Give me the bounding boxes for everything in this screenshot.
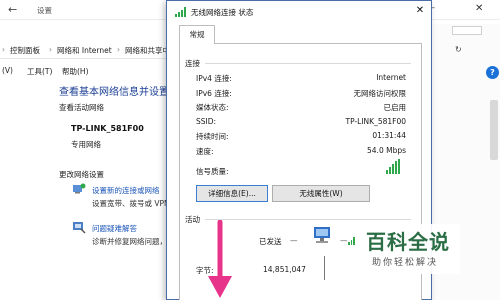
menu-tools[interactable]: 工具(T): [27, 66, 52, 77]
change-settings-label: 更改网络设置: [59, 170, 104, 179]
ssid-label: SSID:: [196, 117, 217, 126]
page-title: 查看基本网络信息并设置连: [59, 87, 179, 98]
network-type: 专用网络: [71, 140, 101, 149]
settings-window-title: 设置: [37, 6, 52, 15]
watermark-subtitle: 助你轻松解决: [372, 258, 439, 268]
breadcrumb-control-panel[interactable]: 控制面板: [10, 45, 40, 56]
group-divider: [205, 63, 411, 64]
breadcrumb-sharing-center[interactable]: 网络和共享中: [125, 45, 170, 56]
troubleshoot-link[interactable]: 问题疑难解答: [92, 223, 137, 234]
activity-signal-icon: [348, 237, 356, 245]
activity-divider: [324, 256, 325, 280]
troubleshoot-desc: 诊断并修复网络问题，: [92, 237, 167, 246]
ssid-value: TP-LINK_581F00: [345, 117, 407, 126]
bytes-sent-value: 14,851,047: [263, 265, 306, 274]
ipv6-label: IPv6 连接:: [196, 89, 232, 98]
menu-help[interactable]: 帮助(H): [62, 66, 89, 77]
wireless-signal-icon: [175, 7, 186, 17]
details-button[interactable]: 详细信息(E)...: [196, 185, 268, 202]
back-arrow-icon[interactable]: ←: [8, 3, 17, 16]
signal-quality-label: 信号质量:: [196, 167, 229, 176]
new-connection-link[interactable]: 设置新的连接或网络: [92, 185, 160, 196]
watermark-title: 百科全说: [366, 230, 450, 254]
activity-dash: —: [340, 236, 348, 245]
new-connection-desc: 设置宽带、拨号或 VPN: [92, 199, 170, 208]
refresh-icon[interactable]: ↻: [455, 45, 462, 54]
ipv4-value: Internet: [376, 73, 406, 82]
annotation-arrow-icon: [208, 220, 232, 298]
tab-general[interactable]: 常规: [179, 25, 215, 44]
breadcrumb-separator: ›: [49, 45, 52, 54]
menu-view[interactable]: (V): [2, 66, 13, 75]
connection-group-label: 连接: [185, 59, 200, 68]
breadcrumb-network-internet[interactable]: 网络和 Internet: [57, 45, 112, 56]
dialog-close-button[interactable]: ✕: [410, 3, 430, 19]
search-input[interactable]: [452, 26, 482, 35]
troubleshoot-icon: [73, 222, 86, 234]
speed-label: 速度:: [196, 147, 214, 156]
sent-label: 已发送: [259, 237, 282, 246]
computer-network-icon: [314, 227, 330, 243]
ipv6-value: 无网络访问权限: [353, 89, 407, 98]
activity-dash: —: [290, 236, 298, 245]
ipv4-label: IPv4 连接:: [196, 74, 232, 83]
duration-label: 持续时间:: [196, 132, 229, 141]
settings-close-button[interactable]: ✕: [475, 3, 483, 14]
activity-group-label: 活动: [185, 215, 200, 224]
scrollbar[interactable]: [490, 100, 498, 160]
wireless-properties-button[interactable]: 无线属性(W): [272, 185, 370, 202]
media-state-label: 媒体状态:: [196, 103, 229, 112]
media-state-value: 已启用: [383, 103, 407, 112]
signal-strength-icon: [386, 159, 402, 174]
speed-value: 54.0 Mbps: [367, 146, 406, 155]
new-connection-icon: [73, 183, 86, 194]
network-name: TP-LINK_581F00: [71, 124, 144, 133]
duration-value: 01:31:44: [372, 131, 406, 140]
active-networks-label: 查看活动网络: [59, 103, 104, 112]
help-icon[interactable]: ?: [486, 66, 499, 79]
breadcrumb-separator: ›: [117, 45, 120, 54]
breadcrumb-separator: ›: [2, 45, 5, 54]
dialog-title: 无线网络连接 状态: [191, 8, 254, 17]
